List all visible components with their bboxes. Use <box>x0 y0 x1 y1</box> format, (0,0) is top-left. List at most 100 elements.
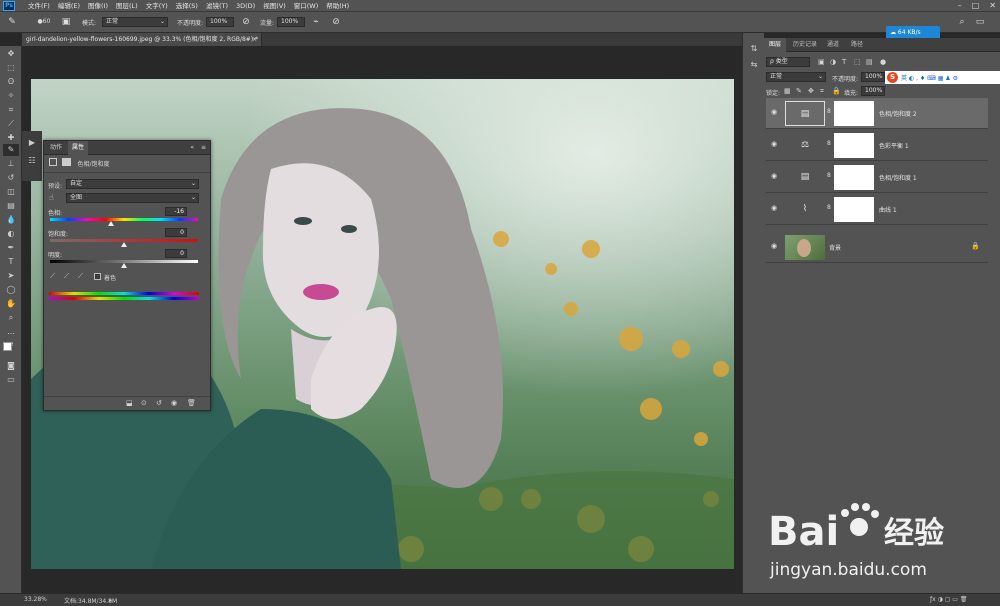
panel-menu-icon[interactable]: ≡ <box>197 141 210 155</box>
brush-tool-icon[interactable]: ✎ <box>3 144 19 156</box>
quick-mask-icon[interactable]: ◙ <box>3 360 19 372</box>
menu-window[interactable]: 窗口(W) <box>290 0 323 12</box>
reset-icon[interactable]: ↺ <box>156 399 162 407</box>
layer-row[interactable]: ◉ ⚖ 8 色彩平衡 1 <box>766 130 988 161</box>
eye-icon[interactable]: ◉ <box>771 242 777 250</box>
menu-type[interactable]: 文字(Y) <box>142 0 172 12</box>
layer-kind-filter[interactable]: ρ 类型 <box>766 57 810 67</box>
layer-row[interactable]: ◉ ⌇ 8 曲线 1 <box>766 194 988 225</box>
tab-layers[interactable]: 图层 <box>764 38 787 52</box>
menu-view[interactable]: 视图(V) <box>259 0 290 12</box>
hand-adjust-icon[interactable]: ☝ <box>49 193 54 202</box>
chain-link-icon[interactable]: 8 <box>827 204 831 211</box>
lock-position-icon[interactable]: ✥ <box>808 87 814 95</box>
layer-row[interactable]: ◉ 背景 🔒 <box>766 232 988 263</box>
hue-slider-thumb[interactable] <box>107 221 114 226</box>
tab-paths[interactable]: 路径 <box>846 38 868 52</box>
pen-tool-icon[interactable]: ✒ <box>3 242 19 254</box>
filter-adjust-icon[interactable]: ◑ <box>830 58 836 66</box>
history-panel-icon[interactable]: ⇅ <box>746 43 762 55</box>
filter-shape-icon[interactable]: ⬚ <box>854 58 861 66</box>
eye-icon[interactable]: ◉ <box>771 172 777 180</box>
lasso-tool-icon[interactable]: ʘ <box>3 76 19 88</box>
search-icon[interactable]: ⌕ <box>956 16 968 28</box>
zoom-tool-icon[interactable]: ⌕ <box>3 312 19 324</box>
foreground-color[interactable] <box>3 342 12 351</box>
close-tab-icon[interactable]: × <box>252 33 257 46</box>
pressure-size-icon[interactable]: ⊘ <box>330 16 342 28</box>
marquee-tool-icon[interactable]: ⬚ <box>3 62 19 74</box>
lock-all-icon[interactable]: 🔒 <box>832 87 841 95</box>
menu-edit[interactable]: 编辑(E) <box>54 0 84 12</box>
menu-select[interactable]: 选择(S) <box>172 0 202 12</box>
eraser-tool-icon[interactable]: ◫ <box>3 186 19 198</box>
menu-image[interactable]: 图像(I) <box>84 0 112 12</box>
workspace-icon[interactable]: ▭ <box>974 16 986 28</box>
colorize-checkbox[interactable] <box>94 273 101 280</box>
image-thumbnail[interactable] <box>785 235 825 260</box>
eyedropper-plus-icon[interactable]: ⟋ <box>64 272 69 281</box>
eyedropper-tool-icon[interactable]: ⟋ <box>3 118 19 130</box>
chain-link-icon[interactable]: 8 <box>827 108 831 115</box>
lock-pixels-icon[interactable]: ✎ <box>796 87 802 95</box>
play-icon[interactable]: ▶ <box>24 137 40 149</box>
close-icon[interactable]: ✕ <box>989 0 996 12</box>
lock-artboard-icon[interactable]: ⌗ <box>820 87 824 96</box>
chain-link-icon[interactable]: 8 <box>827 172 831 179</box>
layers-footer-icons[interactable]: ƒx ◑ ▢ ▭ 🗑 <box>930 596 967 603</box>
tab-properties[interactable]: 属性 <box>68 141 89 155</box>
brush-panel-icon[interactable]: ▣ <box>60 16 72 28</box>
history-brush-icon[interactable]: ↺ <box>3 172 19 184</box>
preset-select[interactable]: 自定 ⌄ <box>66 179 199 189</box>
path-selection-icon[interactable]: ➤ <box>3 270 19 282</box>
saturation-input[interactable]: 0 <box>165 228 187 237</box>
eyedropper-icon[interactable]: ⟋ <box>50 272 55 281</box>
properties-icon[interactable]: ☷ <box>24 155 40 167</box>
type-tool-icon[interactable]: T <box>3 256 19 268</box>
sogou-logo-icon[interactable]: S <box>887 72 898 83</box>
crop-tool-icon[interactable]: ⌗ <box>3 104 19 116</box>
brush-tool-icon[interactable]: ✎ <box>6 16 18 28</box>
eye-icon[interactable]: ◉ <box>771 204 777 212</box>
tab-channels[interactable]: 通道 <box>822 38 844 52</box>
lightness-input[interactable]: 0 <box>165 249 187 258</box>
layer-row[interactable]: ◉ ▤ 8 色相/饱和度 1 <box>766 162 988 193</box>
eye-icon[interactable]: ◉ <box>771 140 777 148</box>
screen-mode-icon[interactable]: ▭ <box>3 374 19 386</box>
menu-layer[interactable]: 图层(L) <box>112 0 142 12</box>
layer-mask-thumbnail[interactable] <box>834 101 874 126</box>
eyedropper-minus-icon[interactable]: ⟋ <box>78 272 83 281</box>
filter-type-icon[interactable]: T <box>842 58 846 66</box>
layer-mask-thumbnail[interactable] <box>834 133 874 158</box>
document-tab[interactable]: girl-dandelion-yellow-flowers-160699.jpe… <box>22 33 262 46</box>
eye-icon[interactable]: ◉ <box>771 108 777 116</box>
flow-input[interactable]: 100% <box>277 17 305 27</box>
blend-mode-select[interactable]: 正常 ⌄ <box>766 72 826 82</box>
healing-tool-icon[interactable]: ✚ <box>3 132 19 144</box>
menu-3d[interactable]: 3D(D) <box>232 0 259 12</box>
layer-opacity-input[interactable]: 100% <box>861 72 885 82</box>
view-previous-icon[interactable]: ⊙ <box>141 399 147 407</box>
airbrush-icon[interactable]: ⌁ <box>310 16 322 28</box>
menu-filter[interactable]: 滤镜(T) <box>202 0 232 12</box>
menu-file[interactable]: 文件(F) <box>24 0 54 12</box>
filter-smart-icon[interactable]: ▤ <box>866 58 873 66</box>
layer-mask-thumbnail[interactable] <box>834 165 874 190</box>
hue-input[interactable]: -16 <box>165 207 187 216</box>
menu-help[interactable]: 帮助(H) <box>322 0 353 12</box>
trash-icon[interactable]: 🗑 <box>187 399 196 407</box>
status-arrow-icon[interactable]: ▸ <box>109 597 112 604</box>
tab-actions[interactable]: 动作 <box>46 141 66 155</box>
pressure-opacity-icon[interactable]: ⊘ <box>240 16 252 28</box>
dodge-tool-icon[interactable]: ◐ <box>3 228 19 240</box>
hand-tool-icon[interactable]: ✋ <box>3 298 19 310</box>
channel-select[interactable]: 全图 ⌄ <box>66 193 199 203</box>
lightness-slider-thumb[interactable] <box>121 263 127 268</box>
adjust-panel-icon[interactable]: ⇆ <box>746 59 762 71</box>
clip-to-layer-icon[interactable]: ⬓ <box>126 399 133 407</box>
maximize-icon[interactable]: □ <box>972 0 980 12</box>
filter-toggle-icon[interactable]: ● <box>880 58 886 66</box>
zoom-level[interactable]: 33.28% <box>24 596 47 603</box>
blur-tool-icon[interactable]: 💧 <box>3 214 19 226</box>
shape-tool-icon[interactable]: ◯ <box>3 284 19 296</box>
